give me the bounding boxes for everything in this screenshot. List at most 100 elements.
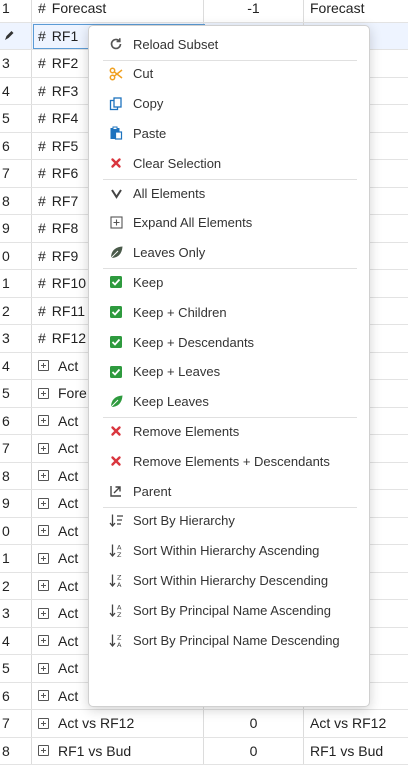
expand-icon[interactable] [38,443,49,454]
row-number: 8 [0,738,32,765]
check-green-icon [108,364,124,380]
hash-prefix: # [38,110,46,126]
hash-prefix: # [38,0,46,16]
menu-item-label: Expand All Elements [133,215,252,230]
expand-icon[interactable] [38,580,49,591]
element-name: Act [58,550,78,566]
row-number: 8 [0,463,32,490]
menu-item-sort-within-hierarchy-descending[interactable]: ZASort Within Hierarchy Descending [89,567,369,593]
row-number: 3 [0,50,32,77]
menu-item-label: Keep + Descendants [133,335,254,350]
table-row[interactable]: 7Act vs RF120Act vs RF12 [0,710,408,738]
row-number: 2 [0,573,32,600]
menu-item-all-elements[interactable]: All Elements [89,180,369,206]
expand-icon[interactable] [38,690,49,701]
expand-icon[interactable] [38,745,49,756]
row-number: 6 [0,133,32,160]
expand-icon[interactable] [38,718,49,729]
element-name: Act [58,660,78,676]
element-name: RF5 [52,138,78,154]
element-name-cell[interactable]: RF1 vs Bud [32,738,204,765]
expand-icon[interactable] [38,525,49,536]
row-number: 6 [0,683,32,710]
expand-icon[interactable] [38,608,49,619]
menu-item-cut[interactable]: Cut [89,61,369,87]
element-name: RF12 [52,330,86,346]
check-green-icon [108,334,124,350]
menu-item-keep-descendants[interactable]: Keep + Descendants [89,329,369,355]
element-name: RF10 [52,275,86,291]
menu-item-sort-by-hierarchy[interactable]: Sort By Hierarchy [89,508,369,534]
table-row[interactable]: 1#Forecast-1Forecast [0,0,408,23]
menu-item-label: Copy [133,96,163,111]
svg-text:Z: Z [117,611,122,618]
row-number: 2 [0,298,32,325]
expand-icon[interactable] [38,388,49,399]
weight-cell[interactable]: 0 [204,710,304,737]
menu-item-expand-all-elements[interactable]: Expand All Elements [89,210,369,236]
menu-item-keep[interactable]: Keep [89,269,369,295]
expand-icon[interactable] [38,415,49,426]
menu-item-paste[interactable]: Paste [89,120,369,146]
menu-item-clear-selection[interactable]: Clear Selection [89,150,369,176]
menu-item-label: Sort By Hierarchy [133,513,235,528]
element-name: Act [58,523,78,539]
hash-prefix: # [38,330,46,346]
menu-item-label: Reload Subset [133,37,218,52]
menu-item-parent[interactable]: Parent [89,478,369,504]
menu-item-sort-within-hierarchy-ascending[interactable]: AZSort Within Hierarchy Ascending [89,538,369,564]
weight-cell[interactable]: 0 [204,738,304,765]
menu-item-label: Keep + Children [133,305,227,320]
expand-icon[interactable] [38,635,49,646]
description-cell[interactable]: Forecast [304,0,408,22]
element-name: RF4 [52,110,78,126]
element-name-cell[interactable]: Act vs RF12 [32,710,204,737]
expand-icon[interactable] [38,360,49,371]
paste-icon [108,125,124,141]
menu-item-label: Remove Elements [133,424,239,439]
menu-item-copy[interactable]: Copy [89,91,369,117]
reload-icon [108,36,124,52]
element-name: RF11 [52,303,85,319]
x-red-icon [108,453,124,469]
menu-item-label: Keep Leaves [133,394,209,409]
menu-item-remove-elements-descendants[interactable]: Remove Elements + Descendants [89,448,369,474]
menu-item-sort-by-principal-name-ascending[interactable]: AZSort By Principal Name Ascending [89,597,369,623]
expand-icon[interactable] [38,663,49,674]
row-number: 1 [0,270,32,297]
menu-item-reload-subset[interactable]: Reload Subset [89,31,369,57]
menu-item-sort-by-principal-name-descending[interactable]: ZASort By Principal Name Descending [89,627,369,653]
element-name: Act [58,688,78,704]
row-number: 9 [0,490,32,517]
element-name: RF1 vs Bud [58,743,131,759]
menu-item-remove-elements[interactable]: Remove Elements [89,418,369,444]
description-cell[interactable]: RF1 vs Bud [304,738,408,765]
element-name: Act [58,468,78,484]
expand-icon[interactable] [38,498,49,509]
element-name: Act [58,633,78,649]
description-cell[interactable]: Act vs RF12 [304,710,408,737]
menu-item-keep-leaves[interactable]: Keep + Leaves [89,359,369,385]
row-number: 6 [0,408,32,435]
row-number: 7 [0,710,32,737]
menu-item-keep-leaves[interactable]: Keep Leaves [89,389,369,415]
menu-item-keep-children[interactable]: Keep + Children [89,299,369,325]
row-number: 5 [0,105,32,132]
element-name-cell[interactable]: # Forecast [32,0,204,22]
weight-cell[interactable]: -1 [204,0,304,22]
expand-icon[interactable] [38,553,49,564]
element-name: RF2 [52,55,78,71]
row-number: 1 [0,0,32,22]
hash-prefix: # [38,220,46,236]
menu-item-leaves-only[interactable]: Leaves Only [89,240,369,266]
element-name: Act [58,358,78,374]
svg-text:Z: Z [117,551,122,558]
pencil-icon [4,31,14,41]
menu-item-label: Sort By Principal Name Descending [133,633,340,648]
expand-icon[interactable] [38,470,49,481]
table-row[interactable]: 8RF1 vs Bud0RF1 vs Bud [0,738,408,765]
element-name: Forecast [52,0,106,16]
hash-prefix: # [38,138,46,154]
row-number: 7 [0,435,32,462]
menu-item-label: All Elements [133,186,205,201]
